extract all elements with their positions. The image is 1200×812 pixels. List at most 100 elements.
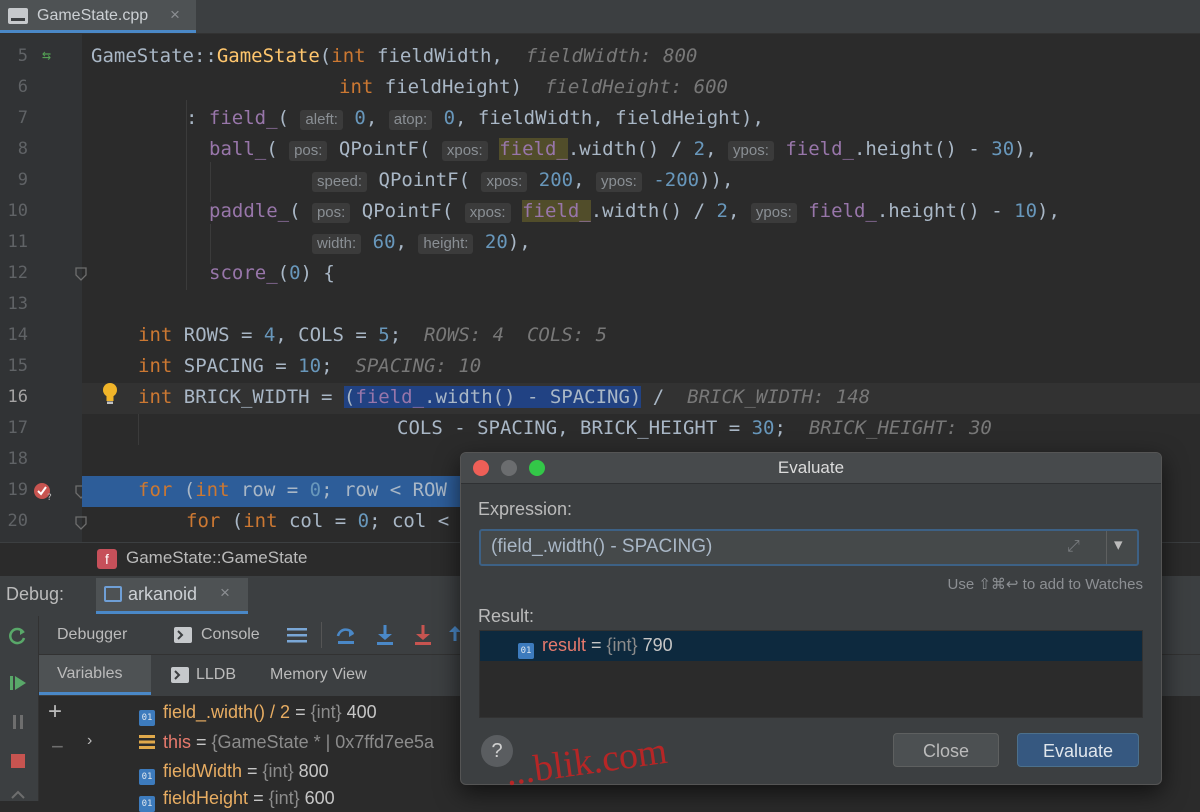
tab-lldb[interactable]: LLDB	[196, 666, 236, 684]
variable-value: 800	[293, 761, 329, 781]
result-type: {int}	[606, 635, 638, 655]
code-token: , COLS =	[275, 324, 379, 346]
code-token: ) {	[300, 262, 335, 284]
variable-equals: =	[242, 761, 263, 781]
rerun-icon[interactable]	[8, 626, 28, 646]
code-token: int	[331, 45, 366, 67]
code-line-16[interactable]: int BRICK_WIDTH = (field_.width() - SPAC…	[138, 385, 870, 409]
code-token: .height() -	[853, 138, 992, 160]
pause-icon[interactable]	[8, 712, 28, 732]
editor-tab-bar: GameState.cpp ×	[0, 0, 1200, 34]
code-token: for	[138, 479, 173, 501]
code-token: ;	[774, 417, 786, 439]
variable-row[interactable]: 01 field_.width() / 2 = {int} 400	[139, 702, 377, 726]
add-watch-icon[interactable]: +	[48, 698, 62, 726]
chevron-down-icon[interactable]: ▾	[1114, 535, 1123, 555]
code-token: QPointF	[378, 169, 459, 191]
evaluate-button[interactable]: Evaluate	[1017, 733, 1139, 767]
code-token: int	[138, 355, 173, 377]
file-tab-gamestate[interactable]: GameState.cpp ×	[0, 0, 196, 33]
svg-text:?: ?	[47, 493, 52, 501]
code-token: ,	[365, 107, 389, 129]
evaluate-dialog: Evaluate Expression: (field_.width() - S…	[460, 452, 1162, 785]
parameter-hint: pos:	[289, 141, 328, 161]
code-token: QPointF	[338, 138, 419, 160]
code-token: .height() -	[876, 200, 1015, 222]
code-line-7[interactable]: : field_( aleft: 0, atop: 0, fieldWidth,…	[186, 106, 764, 130]
toolbar-divider	[321, 622, 322, 648]
variable-row[interactable]: this = {GameState * | 0x7ffd7ee5a	[139, 732, 434, 753]
variable-row[interactable]: 01 fieldWidth = {int} 800	[139, 761, 329, 785]
debug-session-tab[interactable]: arkanoid ×	[96, 578, 248, 614]
code-line-19[interactable]: for (int row = 0; row < ROW	[138, 478, 447, 502]
breadcrumb-item[interactable]: GameState::GameState	[126, 548, 307, 568]
code-line-17[interactable]: COLS - SPACING, BRICK_HEIGHT = 30; BRICK…	[397, 416, 992, 440]
code-line-15[interactable]: int SPACING = 10; SPACING: 10	[138, 354, 481, 378]
code-token: 2	[693, 138, 706, 160]
step-into-icon[interactable]	[375, 624, 395, 646]
code-line-5[interactable]: GameState::GameState(int fieldWidth, fie…	[91, 44, 697, 68]
code-token: 0	[309, 479, 322, 501]
console-icon	[174, 627, 192, 643]
parameter-hint: xpos:	[481, 172, 528, 192]
tab-variables[interactable]: Variables	[39, 655, 151, 695]
variable-name: this	[163, 732, 192, 752]
result-equals: =	[586, 635, 607, 655]
code-token: fieldHeight)	[373, 76, 523, 98]
breakpoint-icon[interactable]: ?	[33, 481, 53, 501]
resume-icon[interactable]	[8, 673, 28, 693]
stop-icon[interactable]	[8, 751, 28, 771]
line-number: 5	[17, 46, 28, 66]
selected-expression[interactable]: (field_.width() - SPACING)	[343, 386, 642, 408]
code-line-8[interactable]: ball_( pos: QPointF( xpos: field_.width(…	[209, 137, 1037, 161]
expand-icon[interactable]: ⤢	[1067, 538, 1080, 556]
expand-chevron-icon[interactable]: ›	[87, 732, 92, 750]
dialog-titlebar[interactable]: Evaluate	[461, 453, 1161, 484]
expression-input[interactable]: (field_.width() - SPACING) ⤢ ▾	[479, 529, 1139, 566]
close-button[interactable]: Close	[893, 733, 999, 767]
fold-icon[interactable]	[74, 515, 88, 531]
code-line-14[interactable]: int ROWS = 4, COLS = 5; ROWS: 4 COLS: 5	[138, 323, 607, 347]
code-token: ; col <	[369, 510, 450, 532]
collapse-icon[interactable]	[8, 786, 28, 806]
force-step-into-icon[interactable]	[413, 624, 433, 646]
inline-value-hint: ROWS: 4 COLS: 5	[424, 324, 608, 346]
tab-console[interactable]: Console	[201, 626, 260, 644]
code-token: 0	[354, 107, 366, 129]
code-token: paddle_	[209, 200, 290, 222]
code-token: 200	[538, 169, 574, 191]
code-token: int	[138, 386, 173, 408]
code-token: 0	[289, 262, 301, 284]
close-tab-icon[interactable]: ×	[170, 5, 180, 25]
code-line-11[interactable]: width: 60, height: 20),	[312, 230, 531, 254]
fold-icon[interactable]	[74, 266, 88, 282]
code-line-10[interactable]: paddle_( pos: QPointF( xpos: field_.widt…	[209, 199, 1060, 223]
navigate-arrows-icon[interactable]: ⇆	[42, 46, 51, 64]
code-token: ,	[573, 169, 596, 191]
result-tree[interactable]: 01 result = {int} 790	[479, 630, 1143, 718]
remove-watch-icon[interactable]: −	[51, 734, 64, 760]
code-line-12[interactable]: score_(0) {	[209, 261, 335, 285]
code-token: (	[289, 200, 312, 222]
result-row[interactable]: 01 result = {int} 790	[480, 631, 1142, 661]
lightbulb-icon[interactable]	[101, 382, 119, 406]
code-token: (	[220, 510, 244, 532]
step-over-icon[interactable]	[335, 624, 357, 646]
code-line-6[interactable]: int fieldHeight) fieldHeight: 600	[339, 75, 728, 99]
code-token: ;	[389, 324, 402, 346]
tab-debugger[interactable]: Debugger	[57, 626, 127, 644]
code-token: 0	[357, 510, 370, 532]
line-number: 12	[7, 263, 28, 283]
menu-lines-icon[interactable]	[287, 626, 307, 644]
code-token: 2	[716, 200, 728, 222]
code-line-20[interactable]: for (int col = 0; col <	[186, 509, 449, 533]
close-tab-icon[interactable]: ×	[220, 583, 230, 603]
parameter-hint: atop:	[388, 110, 433, 130]
tab-memory-view[interactable]: Memory View	[270, 666, 367, 684]
code-line-9[interactable]: speed: QPointF( xpos: 200, ypos: -200)),	[312, 168, 733, 192]
variable-row[interactable]: 01 fieldHeight = {int} 600	[139, 788, 335, 812]
editor-gutter[interactable]: 5 6 7 8 9 10 11 12 13 14 15 16 17 18 19 …	[0, 34, 87, 542]
variable-equals: =	[290, 702, 311, 722]
console-window-icon	[104, 586, 122, 602]
input-divider	[1106, 531, 1107, 564]
